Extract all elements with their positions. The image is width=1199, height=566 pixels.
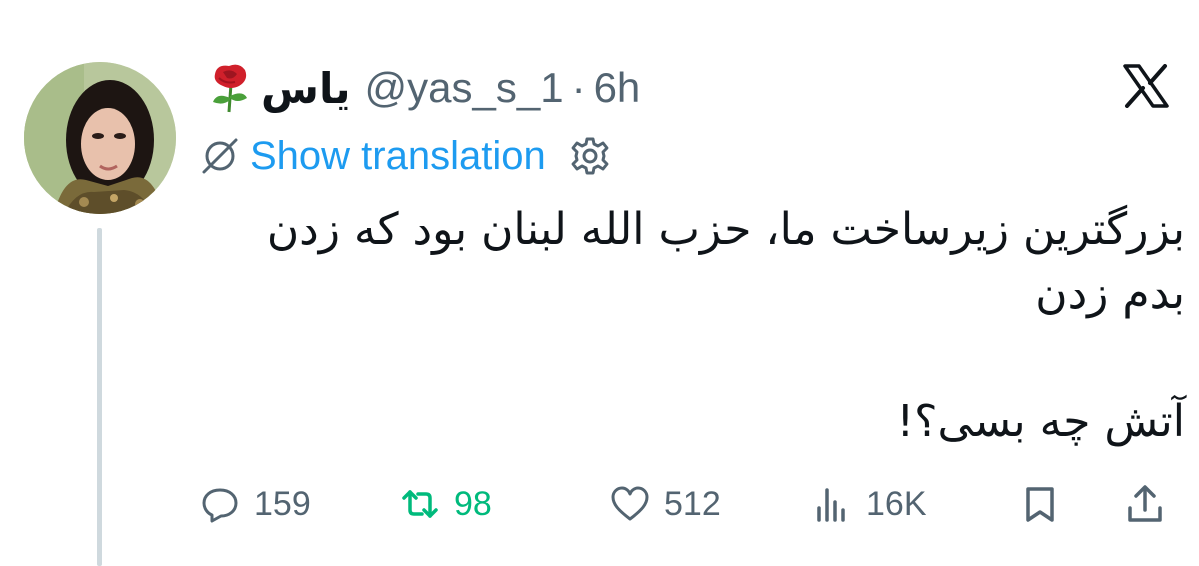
bookmark-button[interactable] [1020,476,1060,532]
views-count: 16K [866,484,927,523]
share-icon [1128,485,1162,522]
show-translation-row[interactable]: Show translation [200,132,610,180]
tweet-text-line: بدم زدن [1035,268,1185,319]
heart-icon [611,486,649,521]
tweet-text-line: آتش چه بسی؟! [896,396,1186,447]
like-count: 512 [664,484,721,523]
bookmark-icon [1026,487,1054,522]
display-name[interactable]: یاس [261,64,351,113]
reply-button[interactable]: 159 [200,476,311,532]
user-handle[interactable]: @yas_s_1 [365,64,564,112]
avatar[interactable] [24,62,176,214]
retweet-count: 98 [454,484,492,523]
retweet-button[interactable]: 98 [400,476,492,532]
avatar-image [24,62,176,214]
tweet-text: بزرگترین زیرساخت ما، حزب الله لبنان بود … [205,198,1185,454]
share-button[interactable] [1125,476,1165,532]
rose-icon [213,64,247,113]
tweet-header: یاس @yas_s_1 · 6h [205,58,640,118]
action-bar: 159 98 512 16K [0,476,1199,532]
timestamp[interactable]: 6h [594,64,641,112]
views-button[interactable]: 16K [812,476,927,532]
gear-icon[interactable] [570,136,610,176]
retweet-icon [402,490,438,518]
tweet-text-line: بزرگترین زیرساخت ما، حزب الله لبنان بود … [266,204,1185,255]
views-chart-icon [817,488,845,522]
x-logo-icon[interactable] [1122,64,1170,108]
reply-count: 159 [254,484,311,523]
translate-icon [202,138,238,174]
like-button[interactable]: 512 [610,476,721,532]
reply-icon [202,488,238,523]
separator-dot: · [571,64,586,111]
show-translation-link[interactable]: Show translation [250,134,546,179]
